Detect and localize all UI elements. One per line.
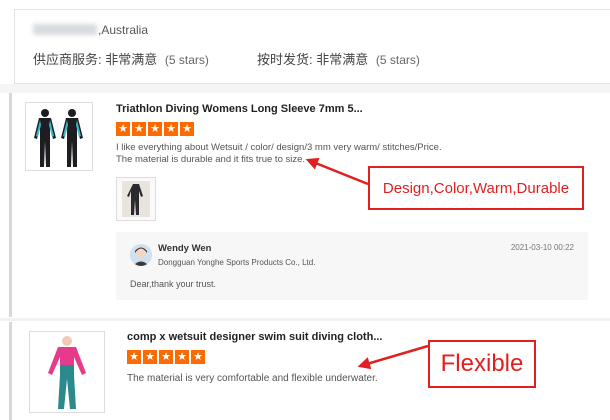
annotation-label: Design,Color,Warm,Durable [368, 166, 584, 210]
annotation-arrow [357, 344, 429, 370]
annotation-label: Flexible [428, 340, 536, 388]
annotation-arrow [305, 157, 369, 186]
